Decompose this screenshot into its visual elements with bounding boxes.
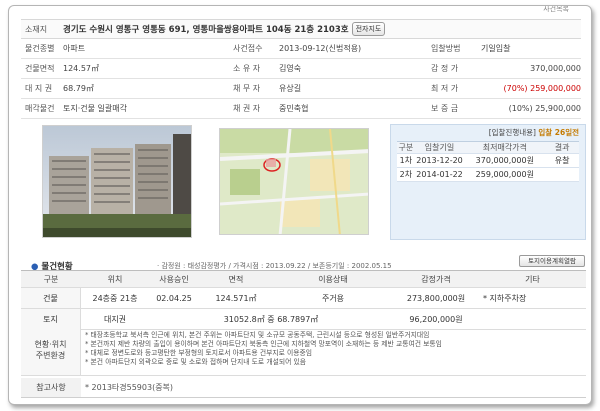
building-label: 건물 — [21, 288, 81, 308]
case-list-link[interactable]: 사건목록 — [543, 6, 569, 14]
info-value: 68.79㎡ — [63, 84, 94, 93]
environment-line: * 대체로 정변도로와 등고평탄한 부정형의 토지로서 아파트용 건부지로 이용… — [85, 349, 313, 357]
info-label: 최 저 가 — [431, 84, 459, 93]
status-col-header: 사용승인 — [159, 274, 189, 284]
environment-line: * 본건까지 제반 차량의 출입이 용이하며 본건 아파트단지 북동측 인근에 … — [85, 340, 442, 348]
land-area: 31052.8㎡ 중 68.7897㎡ — [223, 314, 319, 324]
status-col-header: 기타 — [525, 274, 540, 284]
info-row: 대 지 권 68.79㎡ 채 무 자 유상길 최 저 가 (70%) 259,0… — [21, 79, 581, 99]
bid-cell: 259,000,000원 — [475, 170, 534, 179]
auction-detail-panel: 사건목록 소재지 경기도 수원시 영통구 영통동 691, 영통마을쌍용아파트 … — [8, 5, 592, 405]
status-col-header: 이용상태 — [318, 274, 348, 284]
land-label: 토지 — [21, 309, 81, 329]
environment-label-line: 현황·위치 — [34, 340, 67, 349]
bid-row: 1차 2013-12-20 370,000,000원 유찰 — [397, 154, 579, 168]
building-row: 건물 24층중 21층 02.04.25 124.571㎡ 주거용 273,80… — [21, 288, 586, 309]
info-value: 기일입찰 — [481, 44, 511, 53]
info-value: 토지·건물 일괄매각 — [63, 104, 127, 113]
bid-table: 구분 입찰기일 최저매각가격 결과 1차 2013-12-20 370,000,… — [397, 141, 579, 182]
notes-row: 참고사항 * 2013타경55903(중복) — [21, 378, 586, 398]
building-location: 24층중 21층 — [92, 293, 138, 303]
appraisal-value: 370,000,000 — [530, 64, 581, 73]
building-area: 124.571㎡ — [215, 293, 257, 303]
map-button[interactable]: 전자지도 — [351, 22, 386, 36]
info-label: 사건접수 — [233, 44, 263, 53]
bid-progress-panel: [입찰진행내용] 입찰 26일전 구분 입찰기일 최저매각가격 결과 1차 20… — [390, 124, 586, 240]
info-value: 아파트 — [63, 44, 86, 53]
environment-line: * 본건 아파트단지 외곽으로 중로 및 소로와 접하며 단지내 도로 개설되어… — [85, 358, 307, 366]
bid-cell: 1차 — [399, 156, 413, 165]
info-label: 채 무 자 — [233, 84, 261, 93]
status-table-header: 구분 위치 사용승인 면적 이용상태 감정가격 기타 — [21, 270, 586, 288]
info-label: 건물면적 — [25, 64, 55, 73]
info-value: 124.57㎡ — [63, 64, 99, 73]
bid-countdown: 입찰 26일전 — [538, 128, 579, 137]
bid-col-header: 결과 — [554, 143, 570, 152]
bid-panel-header: [입찰진행내용] 입찰 26일전 — [391, 125, 585, 139]
environment-line: * 태장초등학교 북서측 인근에 위치, 본건 주위는 아파트단지 및 소규모 … — [85, 331, 430, 339]
info-label: 대 지 권 — [25, 84, 53, 93]
info-label: 감 정 가 — [431, 64, 459, 73]
info-value: 김영숙 — [279, 64, 302, 73]
environment-label: 현황·위치 주변환경 — [21, 329, 81, 375]
minimum-price-value: (70%) 259,000,000 — [503, 84, 581, 93]
apartment-photo-image — [43, 126, 191, 237]
address-label: 소재지 — [25, 24, 48, 34]
status-col-header: 감정가격 — [421, 274, 451, 284]
info-label: 입찰방법 — [431, 44, 461, 53]
bid-cell: 2013-12-20 — [416, 156, 463, 165]
bid-col-header: 입찰기일 — [424, 143, 455, 152]
bid-cell: 2차 — [399, 170, 413, 179]
location-map[interactable] — [219, 128, 369, 235]
info-row: 매각물건 토지·건물 일괄매각 채 권 자 중민축협 보 증 금 (10%) 2… — [21, 99, 581, 119]
land-use-plan-button[interactable]: 토지이용계획열람 — [519, 255, 585, 267]
info-value: 중민축협 — [279, 104, 309, 113]
address-value: 경기도 수원시 영통구 영통동 691, 영통마을쌍용아파트 104동 21층 … — [63, 25, 349, 35]
environment-label-line: 주변환경 — [35, 351, 66, 360]
building-price: 273,800,000원 — [406, 293, 466, 303]
other-note: * 지하주차장 — [483, 293, 527, 303]
bid-col-header: 최저매각가격 — [482, 143, 527, 152]
bid-cell: 370,000,000원 — [475, 156, 534, 165]
bid-table-header: 구분 입찰기일 최저매각가격 결과 — [397, 142, 579, 154]
info-row: 물건종별 아파트 사건접수 2013-09-12(신법적용) 입찰방법 기일입찰 — [21, 39, 581, 59]
deposit-value: (10%) 25,900,000 — [508, 104, 581, 113]
bid-cell: 2014-01-22 — [416, 170, 463, 179]
info-value: 유상길 — [279, 84, 302, 93]
info-row: 건물면적 124.57㎡ 소 유 자 김영숙 감 정 가 370,000,000 — [21, 59, 581, 79]
building-usage: 주거용 — [321, 293, 345, 303]
bid-col-header: 구분 — [398, 143, 414, 152]
info-label: 물건종별 — [25, 44, 55, 53]
building-photo[interactable] — [42, 125, 192, 238]
status-col-header: 면적 — [228, 274, 244, 284]
info-label: 보 증 금 — [431, 104, 459, 113]
environment-text: * 태장초등학교 북서측 인근에 위치, 본건 주위는 아파트단지 및 소규모 … — [81, 329, 442, 375]
info-label: 채 권 자 — [233, 104, 261, 113]
status-table: 구분 위치 사용승인 면적 이용상태 감정가격 기타 건물 24층중 21층 0… — [21, 270, 586, 330]
environment-row: 현황·위치 주변환경 * 태장초등학교 북서측 인근에 위치, 본건 주위는 아… — [21, 329, 586, 376]
bid-panel-title: [입찰진행내용] — [488, 128, 536, 137]
land-location: 대지권 — [103, 314, 127, 324]
address-row: 소재지 경기도 수원시 영통구 영통동 691, 영통마을쌍용아파트 104동 … — [21, 19, 581, 39]
location-map-image — [220, 129, 368, 234]
status-col-header: 위치 — [107, 274, 123, 284]
bid-row: 2차 2014-01-22 259,000,000원 — [397, 168, 579, 182]
land-price: 96,200,000원 — [409, 314, 463, 324]
info-value: 2013-09-12(신법적용) — [279, 44, 362, 53]
property-info: 소재지 경기도 수원시 영통구 영통동 691, 영통마을쌍용아파트 104동 … — [21, 19, 581, 119]
info-label: 소 유 자 — [233, 64, 261, 73]
land-row: 토지 대지권 31052.8㎡ 중 68.7897㎡ 96,200,000원 — [21, 309, 586, 330]
status-col-header: 구분 — [43, 274, 59, 284]
notes-value: * 2013타경55903(중복) — [85, 383, 174, 392]
bid-cell: 유찰 — [554, 156, 570, 165]
notes-label: 참고사항 — [21, 378, 81, 397]
info-label: 매각물건 — [25, 104, 55, 113]
building-approval: 02.04.25 — [156, 293, 192, 303]
